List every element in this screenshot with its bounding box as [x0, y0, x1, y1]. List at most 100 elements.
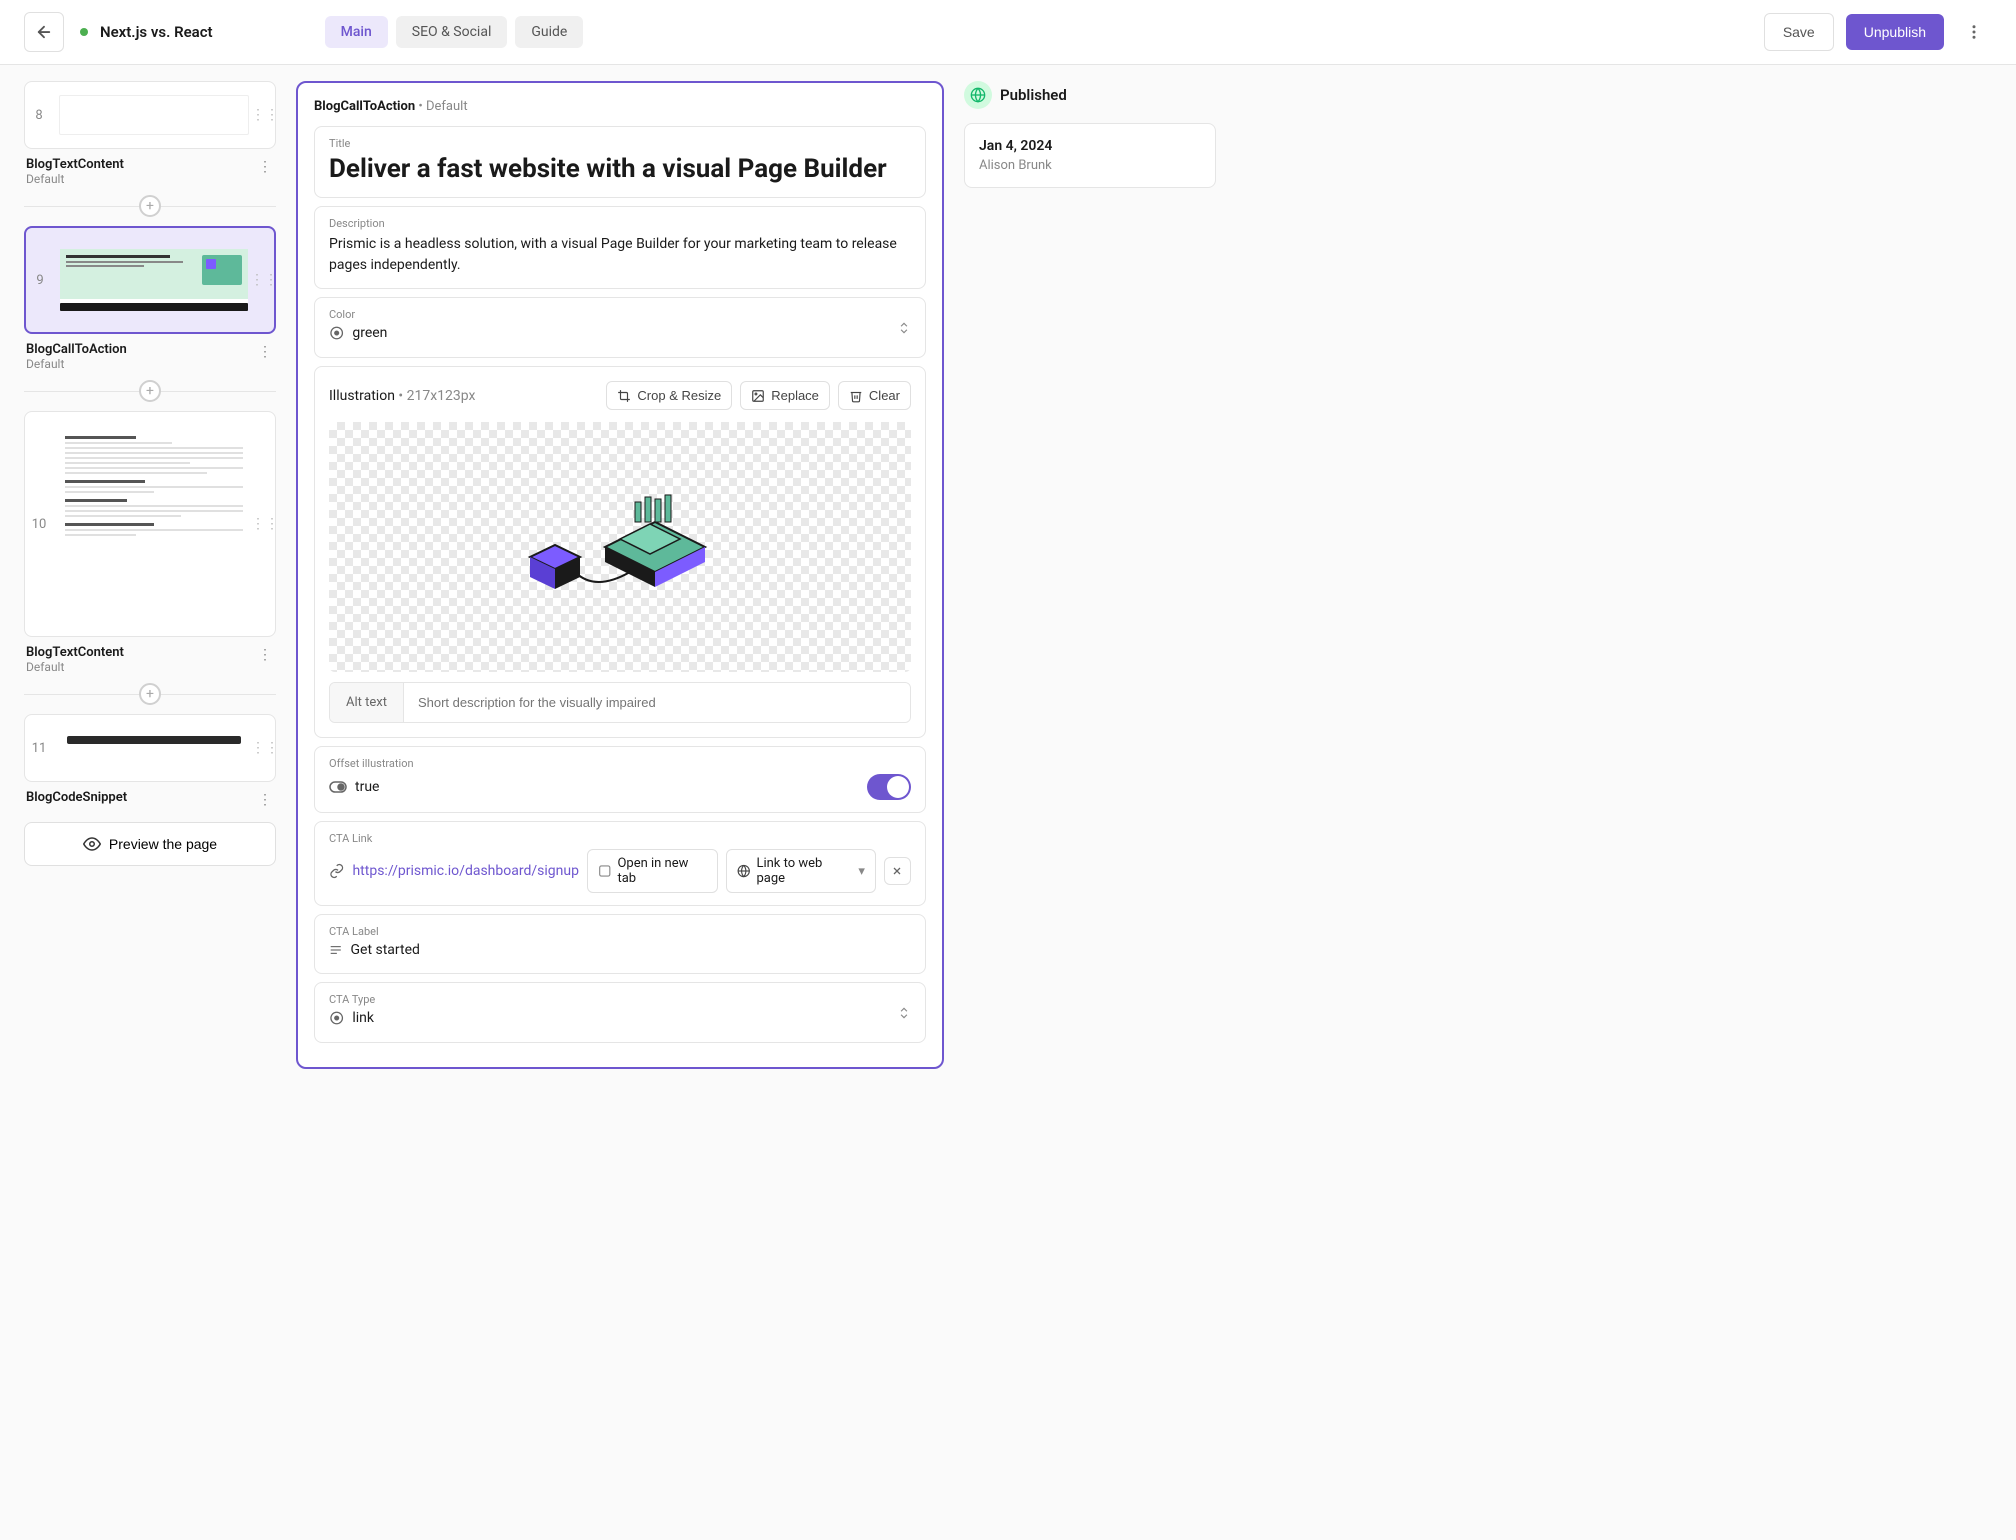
save-button[interactable]: Save [1764, 13, 1834, 51]
cta-label-input[interactable]: Get started [350, 942, 911, 958]
alt-text-input[interactable] [404, 683, 910, 722]
slice-index: 10 [25, 517, 53, 532]
unpublish-button[interactable]: Unpublish [1846, 14, 1944, 50]
offset-value: true [355, 779, 379, 795]
publish-status: Published [1000, 86, 1067, 104]
tab-seo[interactable]: SEO & Social [396, 16, 508, 48]
slice-preview [59, 95, 249, 135]
slice-index: 8 [25, 108, 53, 123]
slice-name: BlogCallToAction [26, 342, 127, 357]
clear-button[interactable]: Clear [838, 381, 911, 410]
drag-handle-icon[interactable]: ⋮⋮ [255, 107, 275, 123]
slice-sidebar: 8 ⋮⋮ BlogTextContent Default ⋮ + 9 [24, 81, 276, 866]
text-icon [329, 943, 342, 957]
alt-text-label: Alt text [330, 683, 404, 722]
tab-main[interactable]: Main [325, 16, 388, 48]
publish-card[interactable]: Jan 4, 2024 Alison Brunk [964, 123, 1216, 188]
slice-more-button[interactable]: ⋮ [256, 342, 274, 362]
slice-index: 9 [26, 273, 54, 288]
description-input[interactable]: Prismic is a headless solution, with a v… [329, 234, 911, 276]
cta-type-value: link [352, 1010, 911, 1026]
status-dot [80, 28, 88, 36]
color-field[interactable]: Color green [314, 297, 926, 358]
slice-type: BlogCallToAction [314, 99, 415, 114]
title-field[interactable]: Title Deliver a fast website with a visu… [314, 126, 926, 198]
cta-label-field[interactable]: CTA Label Get started [314, 914, 926, 974]
tag-icon [329, 325, 344, 341]
title-input[interactable]: Deliver a fast website with a visual Pag… [329, 154, 911, 185]
header-more-button[interactable] [1956, 14, 1992, 50]
slice-variant: Default [26, 172, 124, 186]
slice-thumb-9[interactable]: 9 ⋮⋮ [24, 226, 276, 334]
field-label: CTA Type [329, 993, 911, 1006]
replace-button[interactable]: Replace [740, 381, 830, 410]
slice-preview [59, 424, 249, 624]
slice-name: BlogTextContent [26, 157, 124, 172]
offset-toggle[interactable] [867, 774, 911, 800]
slice-index: 11 [25, 741, 53, 756]
cta-type-field[interactable]: CTA Type link [314, 982, 926, 1043]
slice-name: BlogTextContent [26, 645, 124, 660]
publish-date: Jan 4, 2024 [979, 138, 1201, 154]
preview-page-button[interactable]: Preview the page [24, 822, 276, 866]
close-icon [891, 865, 903, 877]
preview-label: Preview the page [109, 836, 217, 852]
field-label: CTA Link [329, 832, 911, 845]
add-slice-button[interactable]: + [139, 380, 161, 402]
slice-name: BlogCodeSnippet [26, 790, 127, 805]
editor-header: BlogCallToAction • Default [314, 99, 926, 114]
chevron-updown-icon [897, 1006, 911, 1020]
toggle-icon [329, 781, 347, 793]
globe-icon [737, 864, 750, 878]
color-value: green [352, 325, 911, 341]
offset-field: Offset illustration true [314, 746, 926, 813]
illustration-preview[interactable] [329, 422, 911, 672]
slice-thumb-11[interactable]: 11 ⋮⋮ [24, 714, 276, 782]
published-icon [964, 81, 992, 109]
back-button[interactable] [24, 12, 64, 52]
drag-handle-icon[interactable]: ⋮⋮ [254, 272, 274, 288]
drag-handle-icon[interactable]: ⋮⋮ [255, 740, 275, 756]
field-label: Title [329, 137, 911, 150]
illustration-image [510, 477, 730, 617]
slice-variant: Default [426, 99, 468, 114]
slice-more-button[interactable]: ⋮ [256, 790, 274, 810]
open-new-tab-checkbox[interactable]: Open in new tab [587, 849, 718, 893]
chevron-down-icon: ▾ [858, 864, 865, 879]
chevron-updown-icon [897, 321, 911, 335]
trash-icon [849, 389, 863, 403]
page-title: Next.js vs. React [100, 23, 213, 41]
cta-link-field: CTA Link https://prismic.io/dashboard/si… [314, 821, 926, 906]
slice-editor: BlogCallToAction • Default Title Deliver… [296, 81, 944, 1069]
description-field[interactable]: Description Prismic is a headless soluti… [314, 206, 926, 289]
slice-thumb-8[interactable]: 8 ⋮⋮ [24, 81, 276, 149]
drag-handle-icon[interactable]: ⋮⋮ [255, 516, 275, 532]
link-target-select[interactable]: Link to web page ▾ [726, 849, 876, 893]
globe-icon [970, 87, 986, 103]
arrow-left-icon [35, 23, 53, 41]
field-label: Offset illustration [329, 757, 911, 770]
image-icon [751, 389, 765, 403]
illustration-field: Illustration • 217x123px Crop & Resize R… [314, 366, 926, 738]
slice-variant: Default [26, 357, 127, 371]
slice-preview [60, 249, 248, 311]
add-slice-button[interactable]: + [139, 195, 161, 217]
cta-link-input[interactable]: https://prismic.io/dashboard/signup [352, 863, 578, 879]
crop-icon [617, 389, 631, 403]
tag-icon [329, 1010, 344, 1026]
clear-link-button[interactable] [884, 857, 911, 885]
slice-more-button[interactable]: ⋮ [256, 157, 274, 177]
eye-icon [83, 835, 101, 853]
tab-guide[interactable]: Guide [515, 16, 583, 48]
slice-preview [59, 728, 249, 768]
crop-button[interactable]: Crop & Resize [606, 381, 732, 410]
slice-thumb-10[interactable]: 10 ⋮⋮ [24, 411, 276, 637]
add-slice-button[interactable]: + [139, 683, 161, 705]
more-vertical-icon [1965, 23, 1983, 41]
checkbox-icon [598, 864, 612, 878]
publish-author: Alison Brunk [979, 158, 1201, 173]
meta-panel: Published Jan 4, 2024 Alison Brunk [964, 81, 1216, 188]
field-label: Color [329, 308, 911, 321]
slice-more-button[interactable]: ⋮ [256, 645, 274, 665]
illustration-label: Illustration [329, 388, 395, 404]
